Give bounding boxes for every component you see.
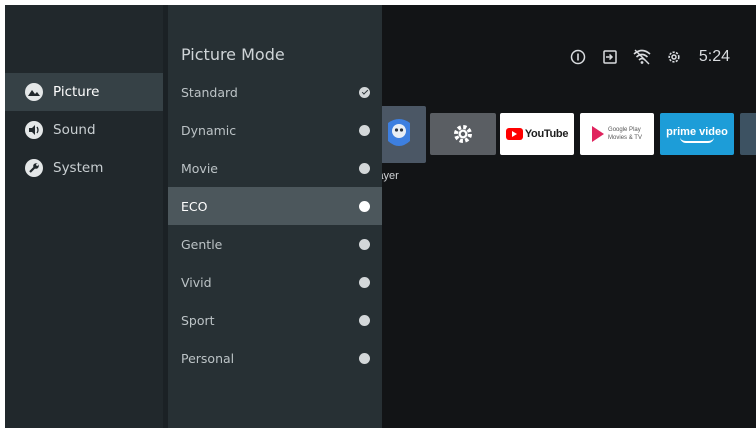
option-gentle[interactable]: Gentle (168, 225, 382, 263)
prime-video-app-tile[interactable]: prime video (660, 113, 734, 155)
wifi-icon[interactable] (633, 48, 651, 66)
more-app-tile[interactable] (740, 113, 756, 155)
picture-icon (25, 83, 43, 101)
option-movie[interactable]: Movie (168, 149, 382, 187)
radio-icon (359, 276, 370, 288)
tv-screen: 5:24 YouTube Google Play Movies & TV pri… (5, 5, 756, 428)
option-standard[interactable]: Standard (168, 73, 382, 111)
clock: 5:24 (698, 48, 730, 65)
category-picture[interactable]: Picture (5, 73, 163, 111)
youtube-play-icon (505, 128, 523, 140)
input-source-icon[interactable] (601, 48, 619, 66)
option-eco[interactable]: ECO (168, 187, 382, 225)
option-sport[interactable]: Sport (168, 301, 382, 339)
radio-icon (359, 314, 370, 326)
google-play-movies-app-tile[interactable]: Google Play Movies & TV (580, 113, 654, 155)
settings-category-panel: Picture Sound System (5, 5, 163, 428)
radio-checked-icon (359, 86, 370, 98)
settings-app-icon (454, 125, 472, 143)
option-dynamic[interactable]: Dynamic (168, 111, 382, 149)
category-system[interactable]: System (5, 149, 163, 187)
radio-icon (359, 200, 370, 212)
option-vivid[interactable]: Vivid (168, 263, 382, 301)
player-app-icon (388, 118, 410, 146)
wrench-icon (25, 159, 43, 177)
radio-icon (359, 124, 370, 136)
prime-smile-icon (680, 137, 714, 143)
settings-app-tile[interactable] (430, 113, 496, 155)
prime-video-logo-text: prime video (666, 125, 728, 138)
option-personal[interactable]: Personal (168, 339, 382, 377)
play-triangle-icon (592, 126, 605, 142)
panel-title: Picture Mode (181, 45, 285, 64)
radio-icon (359, 162, 370, 174)
radio-icon (359, 238, 370, 250)
sound-icon (25, 121, 43, 139)
radio-icon (359, 352, 370, 364)
category-sound[interactable]: Sound (5, 111, 163, 149)
google-play-movies-logo: Google Play Movies & TV (592, 126, 642, 142)
youtube-logo: YouTube (505, 128, 568, 140)
info-icon[interactable] (569, 48, 587, 66)
picture-mode-panel: Picture Mode Standard Dynamic Movie ECO … (168, 5, 382, 428)
youtube-app-tile[interactable]: YouTube (500, 113, 574, 155)
settings-gear-icon[interactable] (665, 48, 683, 66)
status-bar: 5:24 (569, 45, 730, 69)
